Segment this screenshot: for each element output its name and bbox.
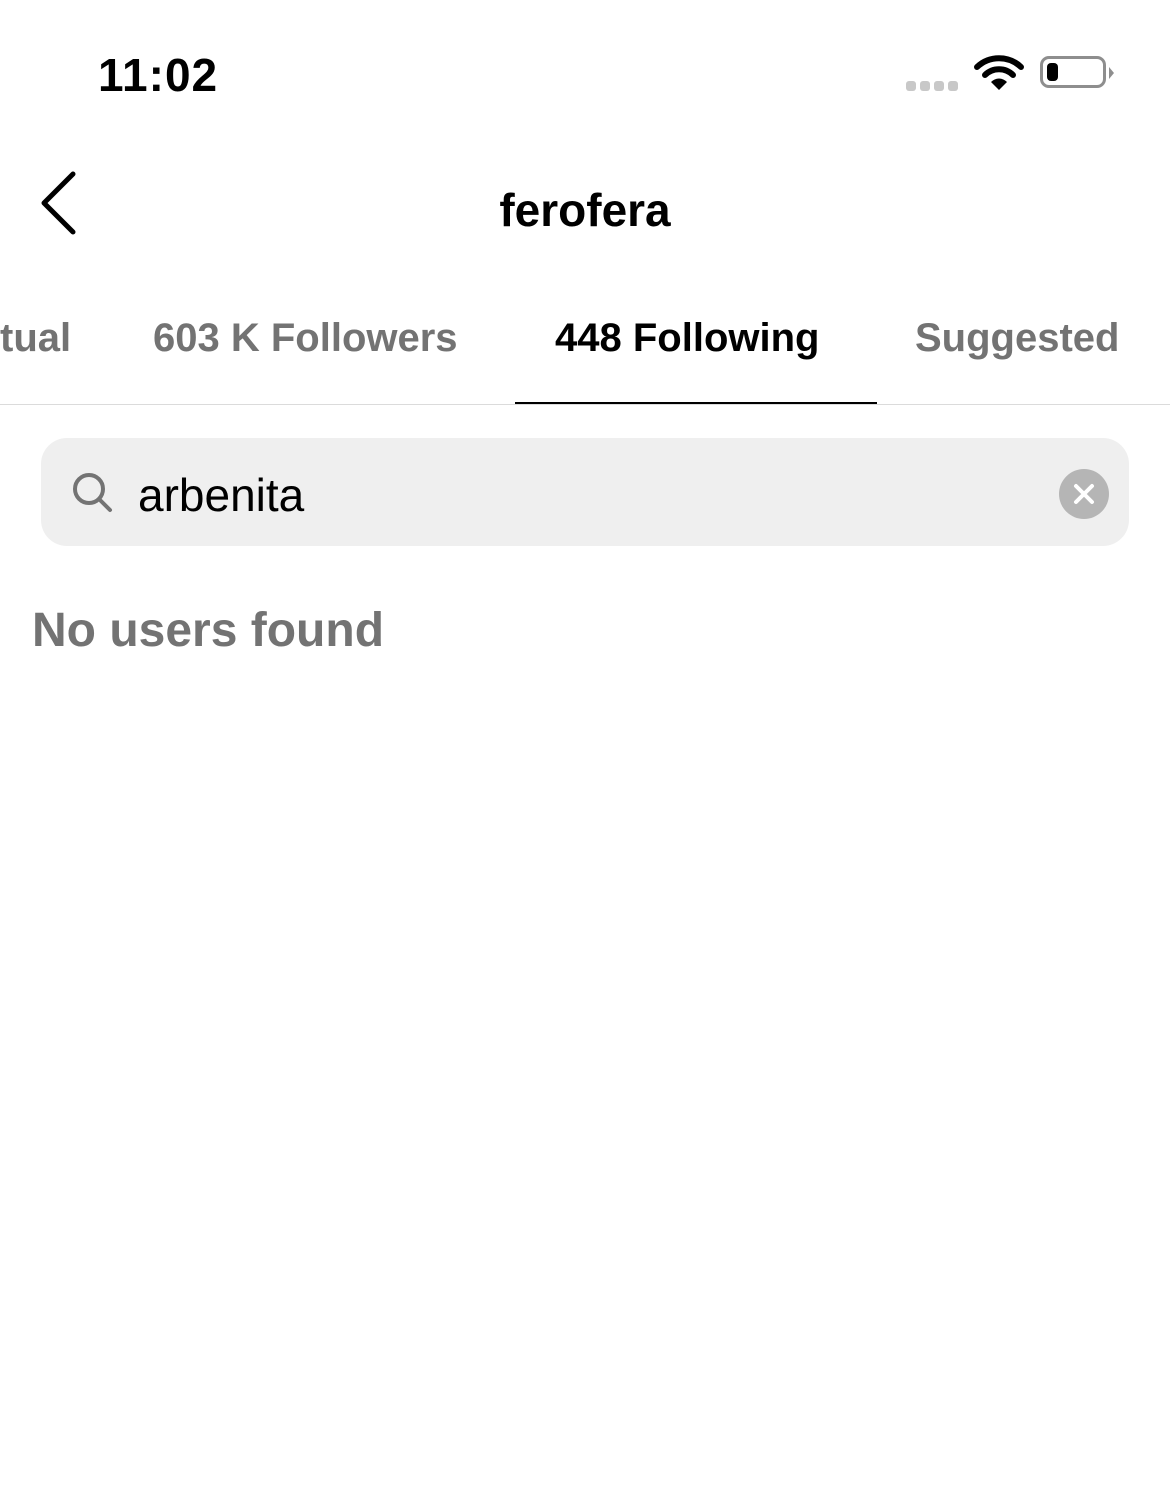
empty-results-message: No users found — [32, 604, 385, 657]
status-time: 11:02 — [98, 49, 219, 101]
tab-suggested[interactable]: Suggested — [915, 316, 1119, 361]
active-tab-indicator — [515, 402, 877, 404]
search-icon — [73, 473, 112, 512]
tab-following[interactable]: 448 Following — [555, 316, 819, 361]
tab-mutual[interactable]: tual — [0, 316, 71, 361]
search-value[interactable]: arbenita — [138, 468, 304, 522]
page-title: ferofera — [499, 184, 671, 236]
tab-followers[interactable]: 603 K Followers — [153, 316, 458, 361]
tab-divider — [0, 404, 1170, 405]
wifi-icon — [974, 55, 1024, 90]
clear-icon[interactable] — [1059, 469, 1109, 519]
signal-dots-icon — [906, 81, 958, 91]
battery-cap — [1109, 67, 1114, 79]
battery-icon — [1040, 56, 1106, 88]
